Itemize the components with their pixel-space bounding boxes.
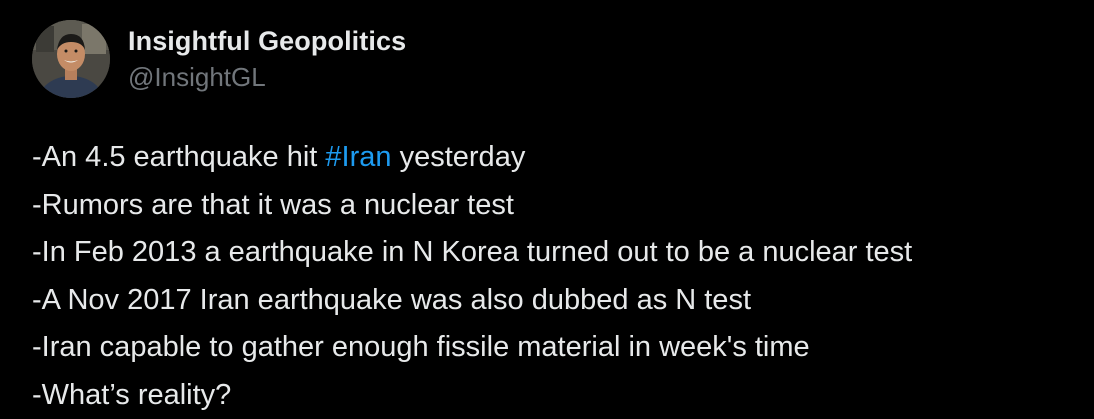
tweet-line-5: -Iran capable to gather enough fissile m… bbox=[32, 324, 1092, 372]
author-display-name[interactable]: Insightful Geopolitics bbox=[128, 24, 406, 58]
author-handle[interactable]: @InsightGL bbox=[128, 60, 406, 94]
tweet-line-1-prefix: -An 4.5 earthquake hit bbox=[32, 141, 325, 173]
tweet: Insightful Geopolitics @InsightGL -An 4.… bbox=[0, 0, 1094, 414]
avatar[interactable] bbox=[32, 20, 110, 98]
tweet-line-1-suffix: yesterday bbox=[392, 141, 526, 173]
tweet-line-3: -In Feb 2013 a earthquake in N Korea tur… bbox=[32, 229, 1092, 277]
avatar-photo-icon bbox=[32, 20, 110, 98]
author-names: Insightful Geopolitics @InsightGL bbox=[128, 24, 406, 94]
tweet-line-4: -A Nov 2017 Iran earthquake was also dub… bbox=[32, 277, 1092, 325]
tweet-text: -An 4.5 earthquake hit #Iran yesterday -… bbox=[32, 134, 1092, 419]
tweet-line-2: -Rumors are that it was a nuclear test bbox=[32, 182, 1092, 230]
tweet-line-1: -An 4.5 earthquake hit #Iran yesterday bbox=[32, 134, 1092, 182]
hashtag-link[interactable]: #Iran bbox=[325, 141, 391, 173]
tweet-header: Insightful Geopolitics @InsightGL bbox=[32, 20, 406, 98]
tweet-line-6: -What’s reality? bbox=[32, 372, 1092, 419]
